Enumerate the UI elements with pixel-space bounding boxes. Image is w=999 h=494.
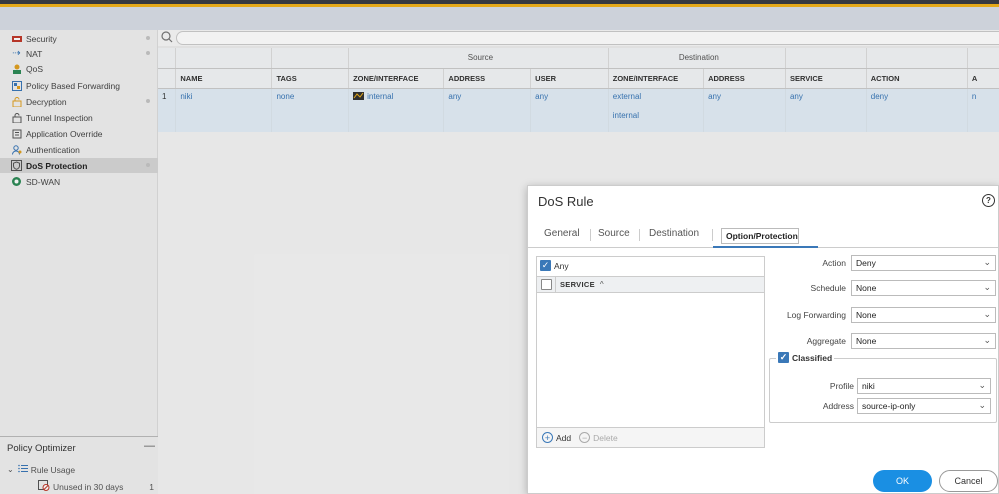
minus-circle-icon: − [579,432,591,443]
add-button[interactable]: + Add [542,432,571,443]
service-column-header: SERVICE ^ [537,276,764,293]
ok-button[interactable]: OK [873,470,932,492]
dialog-title: DoS Rule [538,194,594,209]
select-all-checkbox[interactable] [541,279,552,290]
log-forwarding-value: None [856,310,877,320]
aggregate-value: None [856,336,877,346]
sort-ascending-icon[interactable]: ^ [600,280,604,289]
chevron-down-icon: ⌄ [978,380,986,390]
service-actions: + Add − Delete [537,427,764,447]
action-select[interactable]: Deny ⌄ [851,255,996,271]
action-value: Deny [856,258,876,268]
aggregate-select[interactable]: None ⌄ [851,333,996,349]
cancel-button[interactable]: Cancel [939,470,998,492]
profile-value: niki [862,381,875,391]
service-panel: ✓ Any SERVICE ^ + Add − Delete [536,256,765,448]
classified-checkbox-row[interactable]: ✓ Classified [776,352,835,363]
tab-option-protection[interactable]: Option/Protection [721,228,799,244]
add-label: Add [556,432,572,443]
chevron-down-icon: ⌄ [983,282,991,292]
chevron-down-icon: ⌄ [978,400,986,410]
tab-separator [590,229,591,241]
profile-label: Profile [829,381,854,391]
tab-source[interactable]: Source [598,228,630,239]
schedule-select[interactable]: None ⌄ [851,280,996,296]
address-select[interactable]: source-ip-only ⌄ [857,398,991,414]
chevron-down-icon: ⌄ [983,309,991,319]
selected-tab-indicator [713,246,818,248]
schedule-value: None [856,283,877,293]
dos-rule-dialog: DoS Rule ? General Source Destination Op… [527,185,999,494]
plus-circle-icon: + [542,432,553,443]
divider [555,277,556,292]
help-icon[interactable]: ? [982,194,995,207]
address-value: source-ip-only [862,401,916,411]
service-column-label[interactable]: SERVICE [560,280,595,289]
chevron-down-icon: ⌄ [983,257,991,267]
chevron-down-icon: ⌄ [983,335,991,345]
checkmark-icon[interactable]: ✓ [540,260,551,271]
delete-button[interactable]: − Delete [579,432,618,443]
schedule-label: Schedule [810,283,846,293]
action-label: Action [822,258,846,268]
log-forwarding-label: Log Forwarding [786,310,846,320]
tab-separator [639,229,640,241]
profile-select[interactable]: niki ⌄ [857,378,991,394]
tab-destination[interactable]: Destination [649,228,699,239]
any-service-checkbox-row[interactable]: ✓ Any [540,260,569,271]
any-label: Any [554,260,569,271]
delete-label: Delete [593,432,618,443]
log-forwarding-select[interactable]: None ⌄ [851,307,996,323]
aggregate-label: Aggregate [806,336,846,346]
tab-general[interactable]: General [544,228,580,239]
dialog-tabs: General Source Destination Option/Protec… [528,222,999,248]
address-label: Address [822,401,854,411]
classified-label: Classified [792,352,833,363]
tab-separator [712,229,713,241]
checkmark-icon[interactable]: ✓ [778,352,789,363]
